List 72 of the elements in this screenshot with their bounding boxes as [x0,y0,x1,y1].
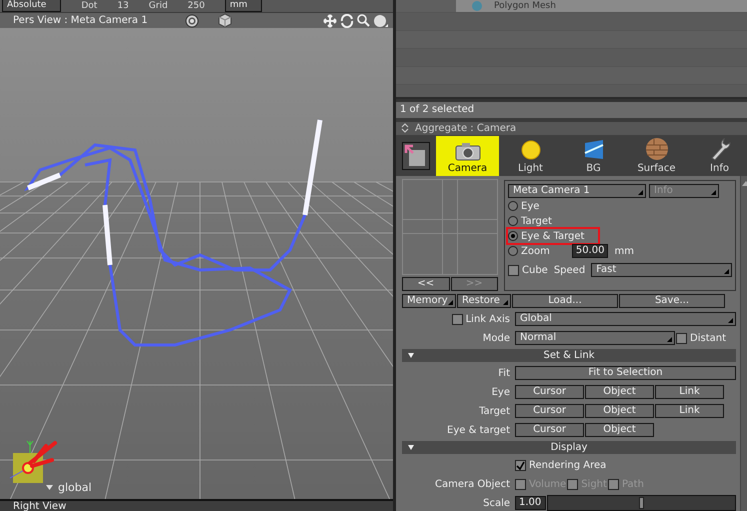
dropdown-arrow-icon[interactable] [46,485,53,490]
mesh-icon [470,1,484,11]
row-label: Eye & target [447,424,510,436]
rendering-area-checkbox[interactable]: Rendering Area [515,460,606,470]
mode-radio[interactable]: Zoom [506,242,566,260]
panel-tab[interactable]: BG [562,136,625,176]
scale-slider[interactable] [547,495,736,511]
mode-label: Mode [482,332,510,344]
action-button[interactable]: Object [585,385,654,399]
mode-dropdown[interactable]: Normal [515,331,675,345]
sort-icon[interactable] [401,123,409,134]
camera-icon [454,140,480,161]
grid-value: 250 [188,1,205,12]
unit-dropdown[interactable]: mm [224,0,262,12]
link-axis-dropdown[interactable]: Global [515,312,736,326]
check-icon [516,460,525,470]
grid-label: Grid [148,1,168,12]
action-button[interactable]: Link [655,404,724,418]
camera-object-label: Camera Object [435,478,510,490]
zoom-value-field[interactable]: 50.00 [572,244,608,258]
load-button[interactable]: Load... [512,294,618,308]
panel-title: Aggregate : Camera [415,122,516,134]
dot-label: Dot [81,1,98,12]
action-button[interactable]: Cursor [515,385,584,399]
wrench-icon [708,136,730,161]
action-button[interactable]: Cursor [515,423,584,437]
target-icon[interactable] [184,14,199,28]
zoom-icon[interactable] [357,14,370,28]
action-button[interactable]: Cursor [515,404,584,418]
dot-value: 13 [117,1,129,12]
landscape-icon [582,138,604,161]
rotate-icon[interactable] [340,14,354,28]
slider-thumb[interactable] [638,497,644,509]
cube-icon[interactable] [218,13,232,28]
section-header[interactable]: Set & Link [402,349,736,362]
action-button[interactable]: Fit to Selection [515,366,736,380]
distant-checkbox[interactable]: Distant [676,332,726,344]
coordinate-mode-dropdown[interactable]: Absolute [2,0,62,12]
selection-count: 1 of 2 selected [400,104,474,116]
action-button[interactable]: Link [655,385,724,399]
speed-label: Speed [554,264,586,276]
row-label: Fit [498,368,510,378]
link-axis-checkbox[interactable]: Link Axis [452,314,510,324]
panel-tab[interactable]: Info [688,136,747,176]
section-header[interactable]: Display [402,441,736,454]
scale-field[interactable]: 1.00 [515,496,546,510]
action-button[interactable]: Object [585,423,654,437]
viewport-title[interactable]: Right View [0,501,66,511]
row-label: Target [479,406,510,416]
move-icon[interactable] [323,14,337,28]
brick-sphere-icon [644,136,668,161]
mode-radio[interactable]: Target [506,212,568,230]
row-label: Eye [492,386,510,398]
speed-dropdown[interactable]: Fast [591,263,732,277]
memory-button[interactable]: Memory [402,294,456,308]
mode-radio[interactable]: Eye [506,197,556,215]
object-row[interactable]: Polygon Mesh [456,0,747,12]
coordinate-label: global [58,481,92,494]
zoom-unit: mm [614,246,634,256]
save-button[interactable]: Save... [619,294,725,308]
action-button[interactable]: Object [585,404,654,418]
camera-dropdown[interactable]: Meta Camera 1 [508,184,646,198]
restore-button[interactable]: Restore [457,294,511,308]
sun-icon [520,138,542,161]
panel-tab[interactable]: Surface [625,136,688,176]
nav-button[interactable]: << [402,277,450,291]
sphere-icon[interactable] [373,14,389,28]
panel-tab[interactable]: Camera [436,136,499,176]
scale-label: Scale [483,498,510,508]
panel-tab[interactable]: Light [499,136,562,176]
camera-switch-icon[interactable] [402,142,430,170]
cube-checkbox[interactable]: Cube [508,264,548,276]
